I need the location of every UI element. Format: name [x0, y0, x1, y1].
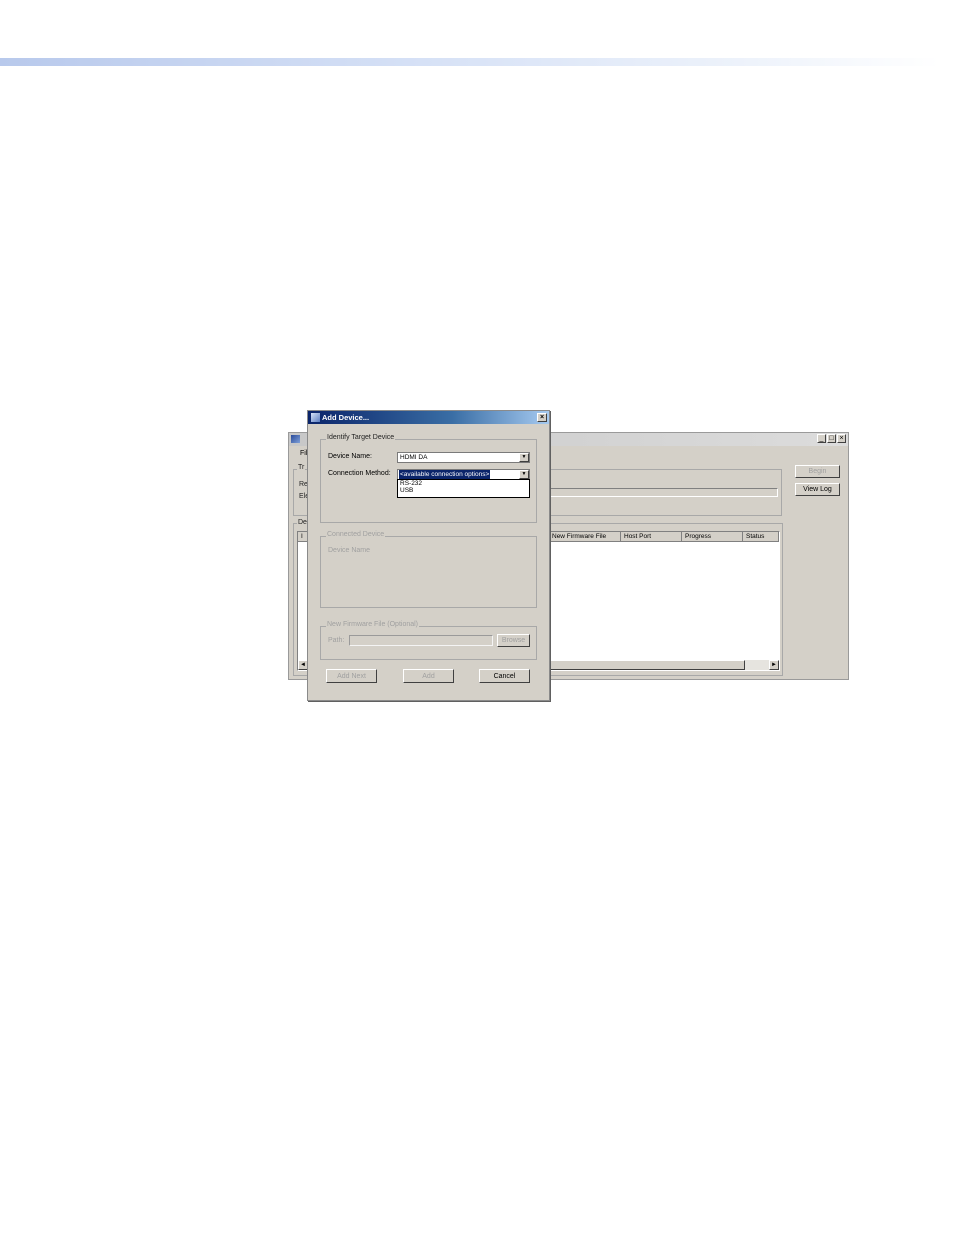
column-header-progress[interactable]: Progress — [682, 532, 743, 542]
connected-device-name-label: Device Name — [328, 547, 371, 554]
view-log-button[interactable]: View Log — [795, 483, 840, 496]
begin-button[interactable]: Begin — [795, 465, 840, 478]
connected-device-label: Connected Device — [326, 531, 386, 538]
column-header-new-firmware-file[interactable]: New Firmware File — [549, 532, 621, 542]
dialog-title: Add Device... — [322, 413, 370, 422]
device-name-value: HDMI DA — [400, 454, 428, 461]
device-name-dropdown-icon[interactable]: ▼ — [519, 453, 529, 462]
firmware-file-label: New Firmware File (Optional) — [326, 621, 420, 628]
column-header-host-port[interactable]: Host Port — [621, 532, 682, 542]
maximize-button[interactable]: □ — [827, 434, 836, 443]
window-controls: _ □ × — [817, 434, 846, 443]
connection-method-label: Connection Method: — [328, 470, 391, 477]
connection-method-dropdown-icon[interactable]: ▼ — [519, 470, 529, 479]
device-name-combo[interactable]: HDMI DA ▼ — [397, 452, 530, 463]
dialog-title-bar: Add Device... × — [308, 411, 549, 424]
option-usb[interactable]: USB — [398, 487, 529, 494]
page-header-bar — [0, 58, 940, 66]
add-next-button[interactable]: Add Next — [326, 669, 377, 683]
cancel-button[interactable]: Cancel — [479, 669, 530, 683]
transfer-row1-field — [550, 488, 778, 497]
close-button[interactable]: × — [837, 434, 846, 443]
option-rs232[interactable]: RS-232 — [398, 480, 529, 487]
dialog-app-icon — [311, 413, 320, 422]
path-input[interactable] — [349, 635, 493, 646]
app-icon — [291, 435, 300, 443]
dialog-close-icon[interactable]: × — [537, 413, 547, 422]
minimize-button[interactable]: _ — [817, 434, 826, 443]
column-header-status[interactable]: Status — [743, 532, 779, 542]
device-name-label: Device Name: — [328, 453, 372, 460]
connection-method-value: <available connection options> — [399, 470, 491, 479]
connection-method-options: RS-232 USB — [397, 479, 530, 498]
add-button[interactable]: Add — [403, 669, 454, 683]
browse-button[interactable]: Browse — [497, 634, 530, 647]
scroll-right-icon[interactable]: ► — [769, 660, 779, 670]
add-device-dialog: Add Device... × Identify Target Device D… — [307, 410, 550, 701]
path-label: Path: — [328, 637, 345, 644]
identify-target-label: Identify Target Device — [326, 434, 396, 441]
transfer-group-label: Tr — [297, 464, 306, 471]
